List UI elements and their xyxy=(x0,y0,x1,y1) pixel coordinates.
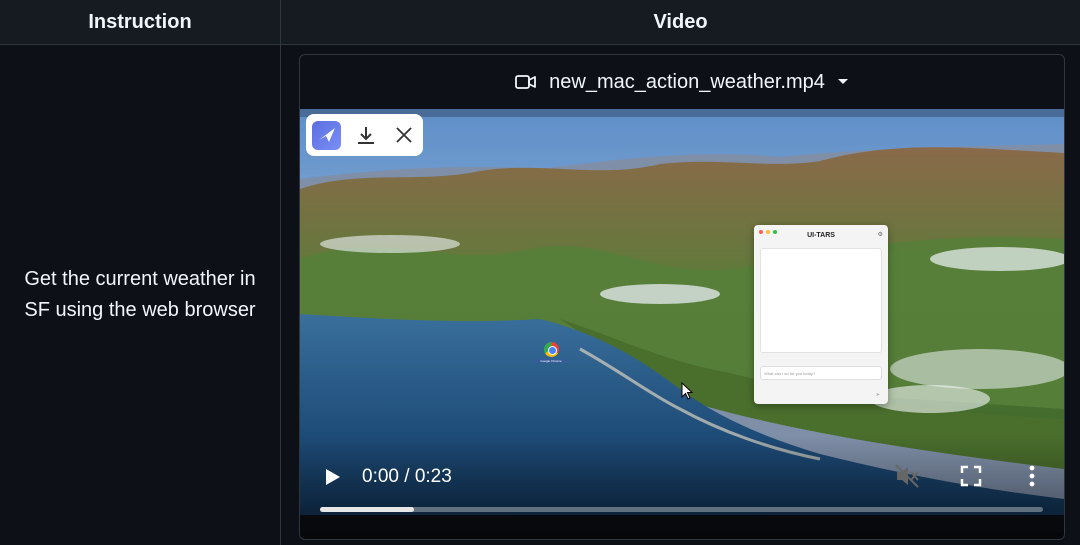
speaker-muted-icon[interactable] xyxy=(894,463,920,489)
column-divider xyxy=(280,0,281,545)
video-camera-icon xyxy=(515,74,537,90)
agent-window-title: UI-TARS xyxy=(807,232,835,239)
header-instruction: Instruction xyxy=(0,0,280,45)
time-display: 0:00 / 0:23 xyxy=(362,466,452,487)
download-icon[interactable] xyxy=(353,122,379,148)
agent-window[interactable]: UI-TARS ⚙ What can I do for you today? ➤ xyxy=(754,225,888,404)
video-player[interactable]: new_mac_action_weather.mp4 UI-TARS ⚙ Wha… xyxy=(299,54,1065,540)
gear-icon[interactable]: ⚙ xyxy=(878,231,883,238)
video-file-name: new_mac_action_weather.mp4 xyxy=(549,70,825,93)
chevron-down-icon[interactable] xyxy=(837,78,849,86)
mouse-cursor-icon xyxy=(681,382,693,400)
progress-fill xyxy=(320,507,414,512)
instruction-text: Get the current weather in SF using the … xyxy=(24,268,256,321)
play-icon[interactable] xyxy=(320,465,344,489)
overlay-toolbar xyxy=(306,114,423,156)
header-video: Video xyxy=(281,0,1080,45)
close-icon[interactable] xyxy=(391,122,417,148)
desktop-icon-chrome[interactable]: Google Chrome xyxy=(534,342,568,363)
app-bird-icon[interactable] xyxy=(312,120,341,150)
desktop-icon-label: Google Chrome xyxy=(534,359,568,363)
more-vertical-icon[interactable] xyxy=(1026,463,1038,489)
chrome-icon xyxy=(543,342,559,357)
comparison-table: Instruction Video Get the current weathe… xyxy=(0,0,1080,545)
fullscreen-icon[interactable] xyxy=(960,465,982,487)
agent-input[interactable]: What can I do for you today? xyxy=(760,366,882,380)
instruction-cell: Get the current weather in SF using the … xyxy=(0,45,280,545)
progress-bar[interactable] xyxy=(320,507,1043,512)
send-icon[interactable]: ➤ xyxy=(876,392,880,398)
agent-chat-panel xyxy=(760,248,882,353)
file-selector[interactable]: new_mac_action_weather.mp4 xyxy=(300,55,1064,109)
